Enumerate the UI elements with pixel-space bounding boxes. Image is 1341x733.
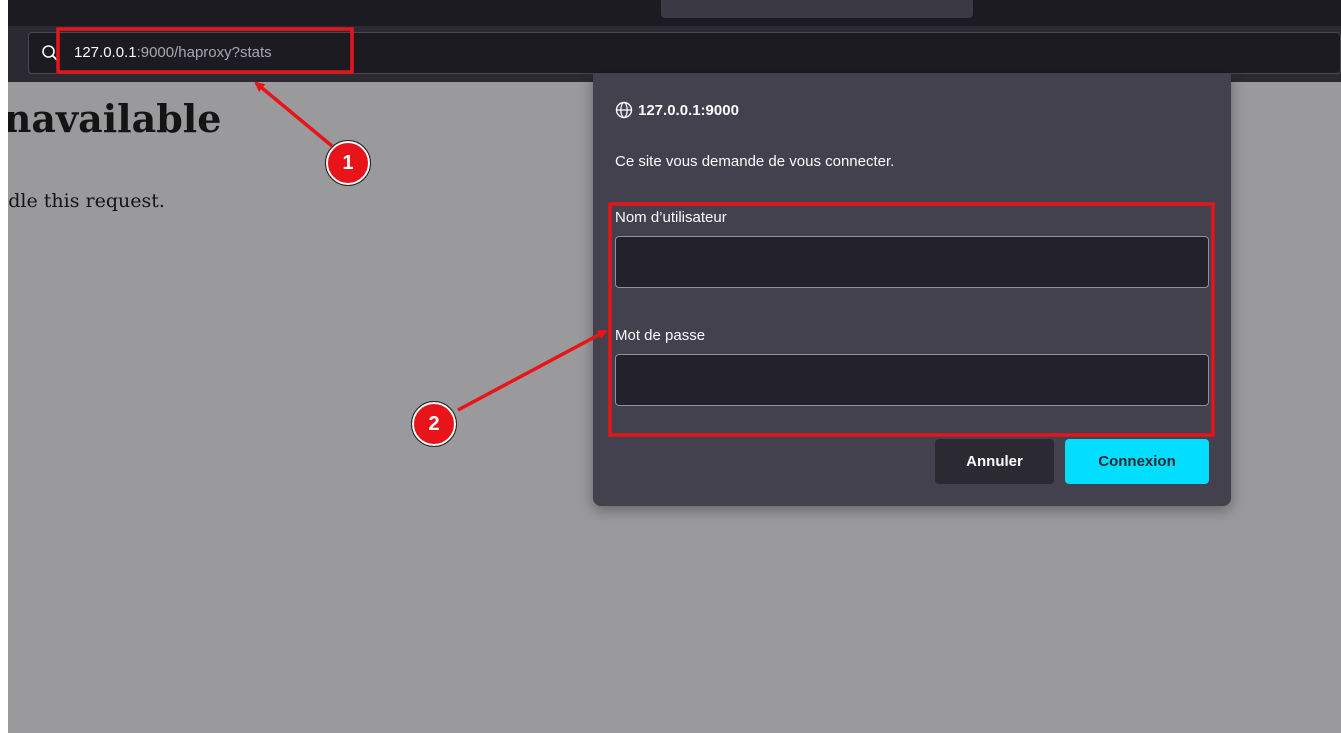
login-button[interactable]: Connexion: [1065, 439, 1209, 484]
callout-1: 1: [325, 140, 371, 186]
globe-icon: [615, 101, 633, 119]
url-text[interactable]: 127.0.0.1:9000/haproxy?stats: [74, 43, 272, 63]
password-field[interactable]: [615, 354, 1209, 406]
url-host: 127.0.0.1: [74, 44, 137, 61]
dialog-header: 127.0.0.1:9000: [615, 100, 739, 120]
search-icon: [42, 45, 58, 61]
page-title: Inavailable: [8, 96, 222, 141]
cancel-button[interactable]: Annuler: [935, 439, 1054, 484]
auth-dialog: 127.0.0.1:9000 Ce site vous demande de v…: [593, 73, 1231, 506]
url-path: :9000/haproxy?stats: [136, 44, 272, 61]
browser-tab[interactable]: [661, 0, 973, 18]
password-label: Mot de passe: [615, 327, 706, 344]
dialog-host: 127.0.0.1:9000: [638, 101, 739, 119]
page-message: ndle this request.: [8, 190, 165, 212]
username-field[interactable]: [615, 236, 1209, 288]
callout-2: 2: [411, 401, 457, 447]
address-bar[interactable]: 127.0.0.1:9000/haproxy?stats: [28, 32, 1341, 74]
tab-strip: [8, 0, 1341, 26]
username-label: Nom d’utilisateur: [615, 209, 727, 226]
dialog-message: Ce site vous demande de vous connecter.: [615, 153, 895, 170]
